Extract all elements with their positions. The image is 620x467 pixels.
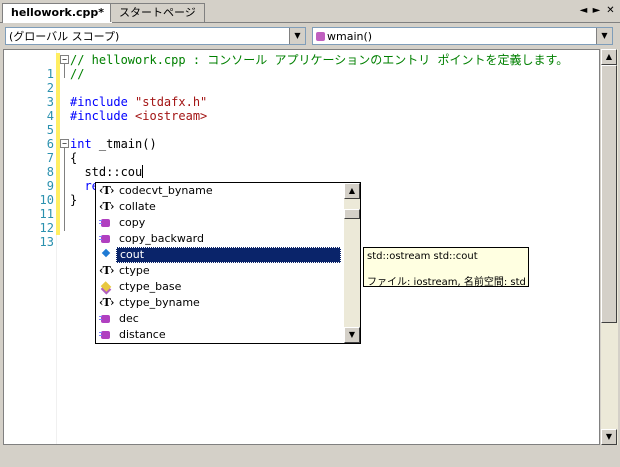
code-text: { bbox=[70, 151, 78, 165]
type-icon: ‹T› bbox=[99, 296, 115, 309]
list-item[interactable]: ‹T› codecvt_byname bbox=[97, 183, 344, 199]
list-item-label: distance bbox=[119, 328, 166, 341]
type-icon: ‹T› bbox=[99, 184, 115, 197]
code-text: _tmain() bbox=[91, 137, 157, 151]
list-item[interactable]: ‹T› collate bbox=[97, 199, 344, 215]
list-item[interactable]: ‹T› ctype bbox=[97, 263, 344, 279]
change-marker bbox=[56, 109, 60, 123]
close-tab-icon[interactable]: ✕ bbox=[604, 4, 617, 17]
code-keyword: int bbox=[70, 137, 92, 151]
scope-combo[interactable]: (グローバル スコープ) ▼ bbox=[5, 27, 306, 45]
editor-bottom-bar bbox=[3, 445, 617, 465]
change-marker bbox=[56, 151, 60, 165]
change-marker bbox=[56, 123, 60, 137]
autocomplete-list[interactable]: ‹T› codecvt_byname ‹T› collate copy copy… bbox=[95, 182, 361, 344]
change-marker bbox=[56, 165, 60, 179]
tooltip-signature: std::ostream std::cout bbox=[367, 251, 478, 262]
line-number: 13 bbox=[39, 235, 54, 249]
navigation-bar: (グローバル スコープ) ▼ wmain() ▼ bbox=[0, 23, 620, 49]
scrollbar-thumb[interactable] bbox=[601, 65, 617, 323]
function-icon bbox=[99, 313, 113, 325]
change-marker bbox=[56, 193, 60, 207]
chevron-down-icon[interactable]: ▼ bbox=[596, 28, 612, 44]
code-text: } bbox=[70, 193, 78, 207]
change-marker bbox=[56, 95, 60, 109]
code-text: // hellowork.cpp : コンソール アプリケーションのエントリ ポ… bbox=[70, 53, 569, 67]
list-item[interactable]: ‹T› ctype_byname bbox=[97, 295, 344, 311]
type-icon: ‹T› bbox=[99, 200, 115, 213]
code-string: "stdafx.h" bbox=[127, 95, 208, 109]
document-tab-strip: hellowork.cpp* スタートページ ◄ ► ✕ bbox=[0, 0, 620, 23]
type-icon: ‹T› bbox=[99, 264, 115, 277]
tab-hellowork-cpp[interactable]: hellowork.cpp* bbox=[2, 3, 114, 23]
tab-start-page[interactable]: スタートページ bbox=[110, 3, 205, 22]
code-keyword: #include bbox=[70, 95, 128, 109]
code-line: 4 #include "stdafx.h" bbox=[4, 95, 599, 123]
code-line: 2 // bbox=[4, 67, 599, 95]
code-line: 7 − int _tmain() bbox=[4, 137, 599, 165]
chevron-down-icon[interactable]: ▼ bbox=[289, 28, 305, 44]
scope-combo-value: (グローバル スコープ) bbox=[9, 30, 120, 43]
scroll-down-icon[interactable]: ▼ bbox=[601, 429, 617, 445]
tooltip-info: ファイル: iostream, 名前空間: std bbox=[367, 277, 526, 288]
autocomplete-scrollbar[interactable]: ▲ ▼ bbox=[344, 183, 360, 343]
list-item-label: copy_backward bbox=[119, 232, 204, 245]
list-item[interactable]: ctype_base bbox=[97, 279, 344, 295]
list-item-label: ctype bbox=[119, 264, 150, 277]
code-line: 3 bbox=[4, 81, 599, 109]
change-marker bbox=[56, 81, 60, 95]
function-icon bbox=[316, 32, 325, 41]
code-keyword: #include bbox=[70, 109, 128, 123]
function-icon bbox=[99, 329, 113, 341]
collapse-icon[interactable]: − bbox=[60, 55, 69, 64]
code-text: // bbox=[70, 67, 85, 81]
list-item-label: copy bbox=[119, 216, 146, 229]
editor-vertical-scrollbar[interactable]: ▲ ▼ bbox=[600, 49, 618, 445]
member-combo-label: wmain() bbox=[327, 30, 373, 43]
variable-icon bbox=[99, 249, 113, 261]
list-item-label: collate bbox=[119, 200, 156, 213]
function-icon bbox=[99, 217, 113, 229]
quickinfo-tooltip: std::ostream std::cout ファイル: iostream, 名… bbox=[363, 247, 529, 288]
list-item-label: ctype_byname bbox=[119, 296, 200, 309]
template-icon bbox=[99, 281, 113, 293]
list-item[interactable]: dec bbox=[97, 311, 344, 327]
scroll-up-icon[interactable]: ▲ bbox=[601, 49, 617, 65]
collapse-icon[interactable]: − bbox=[60, 139, 69, 148]
member-combo[interactable]: wmain() ▼ bbox=[312, 27, 613, 45]
list-item[interactable]: distance bbox=[97, 327, 344, 343]
list-item[interactable]: copy bbox=[97, 215, 344, 231]
list-item-label: dec bbox=[119, 312, 139, 325]
list-item-label: ctype_base bbox=[119, 280, 182, 293]
code-string: <iostream> bbox=[127, 109, 208, 123]
scrollbar-thumb[interactable] bbox=[344, 209, 360, 219]
code-line: 6 bbox=[4, 123, 599, 151]
code-line: 9 std::cou bbox=[4, 165, 599, 193]
scroll-up-icon[interactable]: ▲ bbox=[344, 183, 360, 199]
tab-scroll-right-icon[interactable]: ► bbox=[590, 4, 603, 17]
code-line: 8 { bbox=[4, 151, 599, 179]
list-item-label: cout bbox=[116, 247, 341, 263]
code-text: std::cou bbox=[70, 165, 143, 179]
tab-scroll-left-icon[interactable]: ◄ bbox=[577, 4, 590, 17]
list-item[interactable]: copy_backward bbox=[97, 231, 344, 247]
member-combo-value: wmain() bbox=[316, 29, 372, 44]
scroll-down-icon[interactable]: ▼ bbox=[344, 327, 360, 343]
change-marker bbox=[56, 67, 60, 81]
function-icon bbox=[99, 233, 113, 245]
change-marker bbox=[56, 179, 60, 193]
text-caret bbox=[142, 165, 144, 178]
code-line: 1 − // hellowork.cpp : コンソール アプリケーションのエン… bbox=[4, 53, 599, 81]
list-item-selected[interactable]: cout bbox=[97, 247, 344, 263]
list-item-label: codecvt_byname bbox=[119, 184, 213, 197]
change-marker bbox=[56, 207, 60, 221]
code-line: 5 #include <iostream> bbox=[4, 109, 599, 137]
change-marker bbox=[56, 221, 60, 235]
